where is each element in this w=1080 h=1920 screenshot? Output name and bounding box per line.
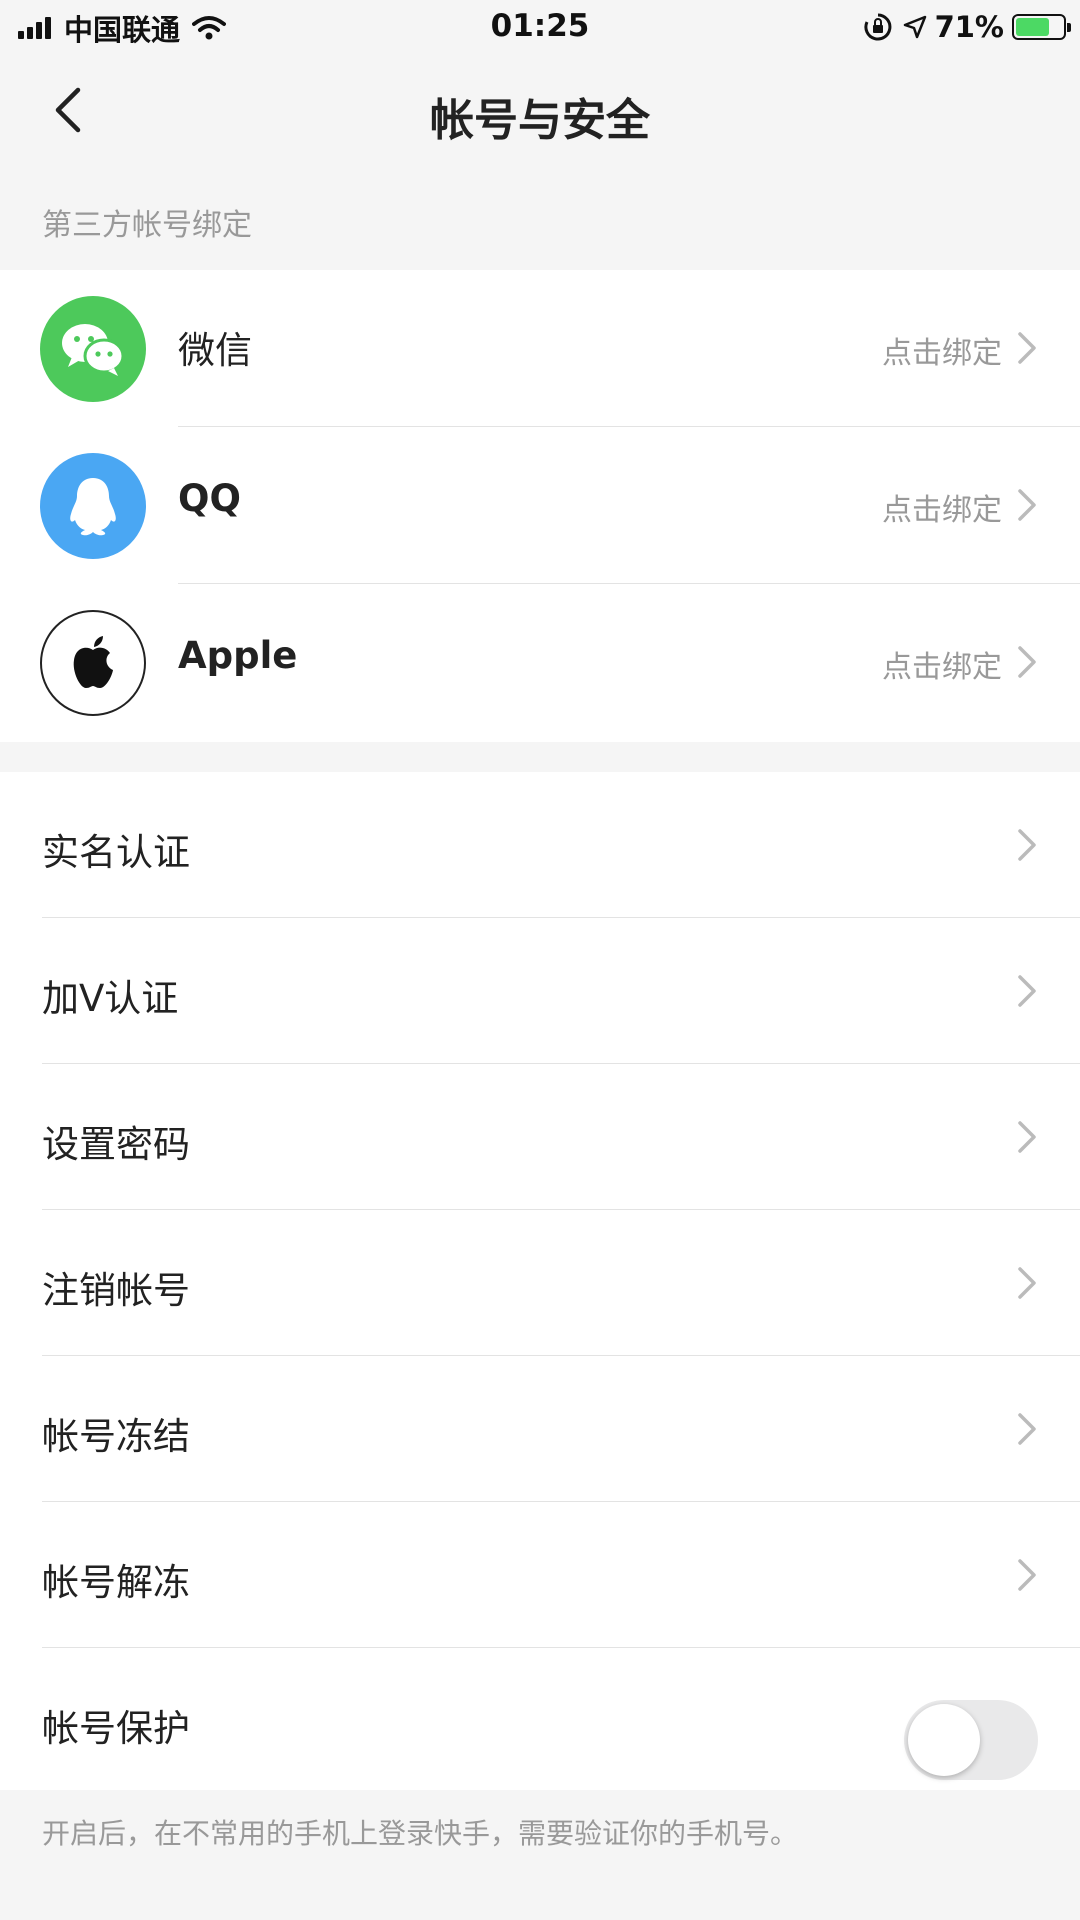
setting-row-set-password[interactable]: 设置密码 [0, 1064, 1080, 1210]
chevron-right-icon [1018, 489, 1036, 521]
bind-row-wechat[interactable]: 微信 点击绑定 [0, 270, 1080, 427]
setting-row-real-name[interactable]: 实名认证 [0, 772, 1080, 918]
chevron-right-icon [1018, 646, 1036, 678]
navigation-bar: 帐号与安全 [0, 54, 1080, 166]
bind-row-qq[interactable]: QQ 点击绑定 [0, 427, 1080, 584]
chevron-right-icon [1018, 975, 1036, 1007]
chevron-right-icon [1018, 1121, 1036, 1153]
bind-action-apple: 点击绑定 [882, 650, 1002, 685]
location-icon [903, 15, 926, 39]
setting-label: 设置密码 [42, 1123, 190, 1166]
third-party-group: 微信 点击绑定 QQ 点击绑定 Apple 点击绑定 [0, 270, 1080, 742]
setting-label: 注销帐号 [42, 1269, 190, 1312]
wechat-icon [40, 296, 146, 402]
status-right: 71% [863, 9, 1071, 45]
bind-action-wechat: 点击绑定 [882, 336, 1002, 371]
toggle-knob [908, 1704, 980, 1776]
chevron-right-icon [1018, 1559, 1036, 1591]
page-title: 帐号与安全 [430, 95, 650, 146]
chevron-right-icon [1018, 829, 1036, 861]
apple-icon [40, 610, 146, 716]
setting-label: 帐号保护 [42, 1707, 190, 1750]
chevron-right-icon [1018, 1413, 1036, 1445]
battery-percentage: 71% [934, 10, 1004, 44]
bind-label-apple: Apple [178, 634, 298, 677]
bind-label-qq: QQ [178, 477, 241, 520]
settings-group: 实名认证 加V认证 设置密码 注销帐号 帐号冻结 帐号解冻 帐号保护 [0, 772, 1080, 1790]
orientation-lock-icon [863, 13, 891, 41]
chevron-right-icon [1018, 1267, 1036, 1299]
setting-row-unfreeze-account[interactable]: 帐号解冻 [0, 1502, 1080, 1648]
bind-label-wechat: 微信 [178, 329, 252, 372]
setting-label: 帐号冻结 [42, 1415, 190, 1458]
setting-label: 帐号解冻 [42, 1561, 190, 1604]
setting-row-account-protection: 帐号保护 [0, 1648, 1080, 1790]
bind-action-qq: 点击绑定 [882, 493, 1002, 528]
setting-row-delete-account[interactable]: 注销帐号 [0, 1210, 1080, 1356]
setting-label: 实名认证 [42, 831, 190, 874]
qq-icon [40, 453, 146, 559]
section-header-third-party: 第三方帐号绑定 [42, 208, 252, 243]
status-bar: 中国联通 01:25 71% [0, 0, 1080, 54]
setting-row-freeze-account[interactable]: 帐号冻结 [0, 1356, 1080, 1502]
setting-row-v-verify[interactable]: 加V认证 [0, 918, 1080, 1064]
battery-icon [1012, 14, 1071, 40]
setting-label: 加V认证 [42, 977, 179, 1020]
chevron-right-icon [1018, 332, 1036, 364]
account-protection-toggle[interactable] [904, 1700, 1038, 1780]
bind-row-apple[interactable]: Apple 点击绑定 [0, 584, 1080, 741]
protection-description: 开启后，在不常用的手机上登录快手，需要验证你的手机号。 [42, 1817, 799, 1850]
